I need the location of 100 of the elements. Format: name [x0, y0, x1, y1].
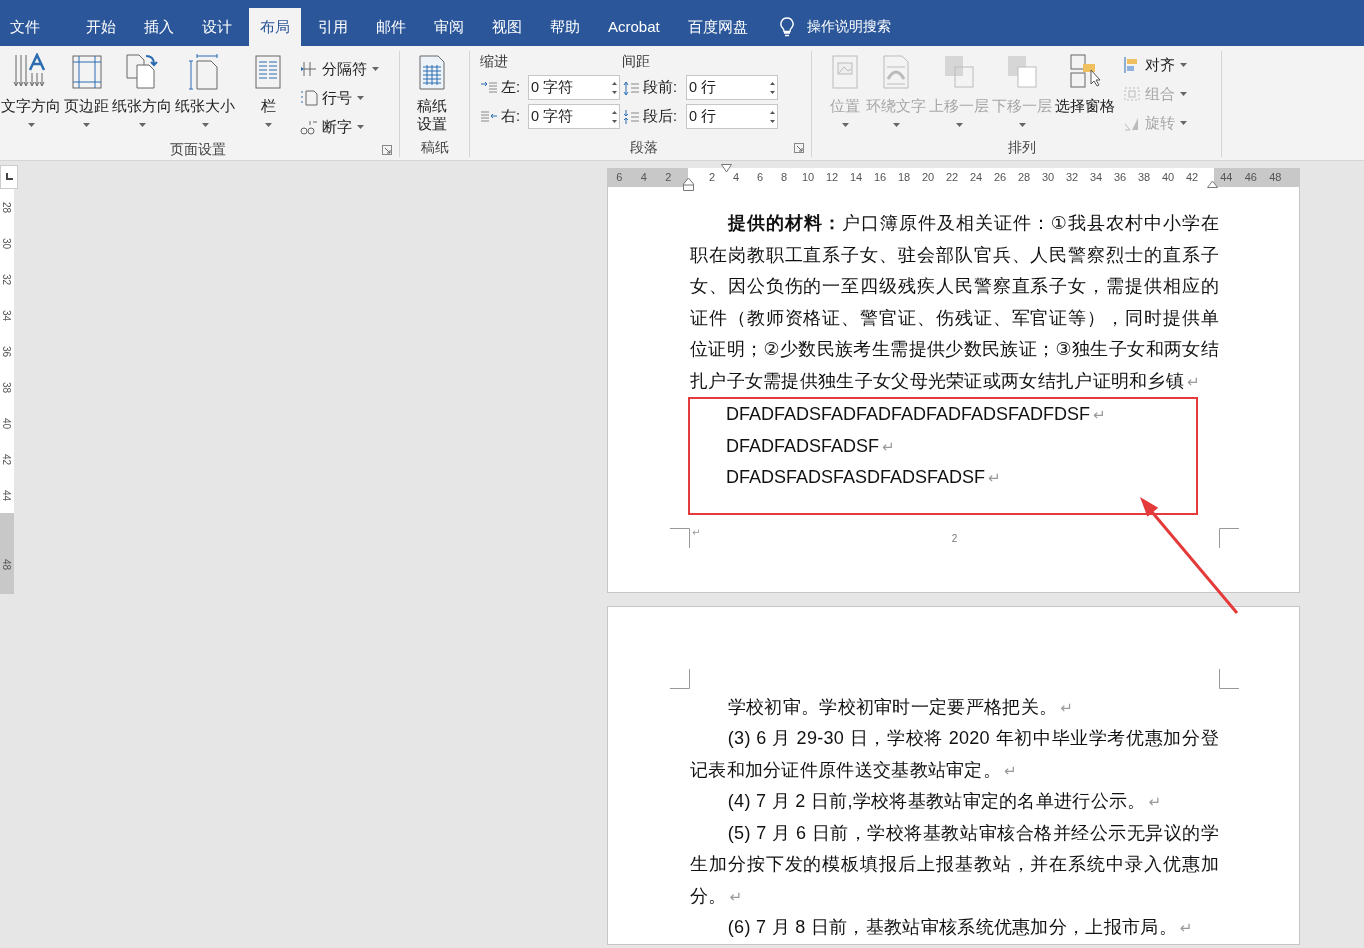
spinner-icon [611, 79, 618, 96]
ruler-number: 48 [1268, 170, 1283, 185]
ruler-number: 44 [1219, 170, 1234, 185]
ruler-number: 26 [992, 170, 1008, 185]
ruler-number: 16 [872, 170, 888, 185]
ribbon-tab[interactable]: Acrobat [597, 8, 671, 46]
ruler-number: 2 [707, 170, 717, 185]
pages-icon [124, 53, 160, 91]
section-label: 缩进 [480, 52, 509, 71]
indent-marker-icon[interactable] [721, 164, 732, 173]
ruler-number: 4 [639, 170, 648, 185]
indent-icon [480, 79, 498, 96]
ruler-number: 6 [615, 170, 624, 185]
spin-field[interactable]: 0 行 [686, 75, 778, 100]
ruler-number: 4 [731, 170, 741, 185]
spin-field[interactable]: 0 字符 [528, 104, 620, 129]
spinner-icon [769, 79, 776, 96]
group-icon [1123, 85, 1141, 103]
ribbon-button[interactable]: 纸张方向 [111, 51, 173, 127]
ribbon-tab[interactable]: 开始 [75, 8, 127, 46]
ruler-number: 42 [1, 453, 13, 465]
field-label: 右: [501, 107, 522, 126]
paragraph: 学校初审。学校初审时一定要严格把关。 ↵ [726, 695, 1074, 719]
ruler-number: 30 [1040, 170, 1056, 185]
ribbon-button[interactable]: 栏 [249, 51, 287, 127]
page-number: 2 [951, 532, 958, 544]
paragraph: 提供的材料：户口簿原件及相关证件：①我县农村中小学在职在岗教职工直系子女、驻会部队官兵、人民警察烈士的直系子女、因公负伤的一至四级残疾人民警察直系子女，需提供相应的证件（教师资格证、警官证、伤残证、军官证等），同时提供单位证明；②少数民族考生需提供少数民族证；③独生子女和两女结扎户子女需提供独生子女父母光荣证或两女结扎户证明和乡镇 ↵ [690, 212, 1219, 393]
field-label: 左: [501, 78, 522, 97]
ribbon-tab[interactable]: 插入 [133, 8, 185, 46]
paragraph: DFADSFADSFASDFADSFADSF ↵ [725, 466, 1002, 489]
tell-me-search[interactable]: 操作说明搜索 [778, 8, 891, 46]
ruler-number: 24 [968, 170, 984, 185]
ribbon-button[interactable]: 断字 [300, 115, 379, 139]
expand-icon[interactable] [382, 145, 392, 155]
field-label: 段前: [643, 78, 679, 97]
ribbon-button[interactable]: 行号 [300, 86, 379, 110]
ribbon-button[interactable]: 分隔符 [300, 57, 379, 81]
ruler-number: 28 [1016, 170, 1032, 185]
numbered-page-icon [300, 89, 318, 107]
ruler-number: 34 [1, 309, 13, 321]
spinner-icon [611, 108, 618, 125]
ruler-number: 40 [1, 417, 13, 429]
spin-field[interactable]: 0 字符 [528, 75, 620, 100]
indent-marker-icon[interactable] [683, 177, 694, 191]
paragraph: (5) 7 月 6 日前，学校将基教站审核合格并经公示无异议的学生加分按下发的模板填报后上报基教站，并在系统中录入优惠加分。 ↵ [690, 821, 1219, 908]
ruler-number: 22 [944, 170, 960, 185]
ribbon-button[interactable]: 稿纸设置 [413, 51, 451, 133]
ruler-number: 40 [1160, 170, 1176, 185]
spacing-icon [622, 79, 640, 96]
ruler-number: 14 [848, 170, 864, 185]
paragraph: DFADFADSFADFADFADFADFADSFADFDSF ↵ [725, 403, 1107, 426]
ribbon-tab[interactable]: 帮助 [539, 8, 591, 46]
ruler-number: 20 [920, 170, 936, 185]
tab-stop-icon [4, 172, 14, 182]
paragraph: (3) 6 月 29-30 日，学校将 2020 年初中毕业学考优惠加分登记表和加分证件原件送交基教站审定。 ↵ [690, 727, 1219, 782]
ruler-number: 38 [1, 381, 13, 393]
ribbon-button[interactable]: 对齐 [1123, 53, 1187, 77]
paragraph: (6) 7 月 8 日前，基教站审核系统优惠加分，上报市局。 ↵ [726, 916, 1194, 939]
group-label: 页面设置 [170, 140, 226, 159]
ruler-number: 8 [779, 170, 789, 185]
ruler-number: 32 [1, 273, 13, 285]
ruler-number: 2 [664, 170, 673, 185]
ribbon-tab[interactable]: 设计 [191, 8, 243, 46]
spacing-icon [622, 108, 640, 125]
ribbon-tab[interactable]: 邮件 [365, 8, 417, 46]
section-label: 间距 [622, 52, 651, 71]
group-label: 段落 [630, 138, 658, 157]
ribbon-tab[interactable]: 布局 [249, 8, 301, 46]
indent-icon [480, 108, 498, 125]
ribbon-button[interactable]: 页边距 [63, 51, 110, 127]
ruler-number: 46 [1243, 170, 1258, 185]
ribbon-tab[interactable]: 文件 [0, 8, 51, 46]
ruler-number: 12 [824, 170, 840, 185]
ruler-number: 36 [1112, 170, 1128, 185]
spin-field[interactable]: 0 行 [686, 104, 778, 129]
ribbon-tab[interactable]: 引用 [307, 8, 359, 46]
ribbon-button[interactable]: 文字方向 [0, 51, 62, 127]
group-label: 排列 [1008, 138, 1036, 157]
expand-icon[interactable] [794, 143, 804, 153]
ribbon-button[interactable]: 选择窗格 [1054, 51, 1116, 115]
ruler-number: 42 [1184, 170, 1200, 185]
paragraph: (4) 7 月 2 日前,学校将基教站审定的名单进行公示。 ↵ [726, 790, 1163, 813]
ruler-number: 18 [896, 170, 912, 185]
ruler-number: 38 [1136, 170, 1152, 185]
field-label: 段后: [643, 107, 679, 126]
ruler-number: 36 [1, 345, 13, 357]
lightbulb-icon [778, 17, 795, 37]
ruler-number: 48 [1, 558, 13, 570]
ruler-number: 10 [800, 170, 816, 185]
spinner-icon [769, 108, 776, 125]
ribbon-button[interactable]: 纸张大小 [174, 51, 236, 127]
paragraph-mark: ↵ [692, 527, 701, 538]
ruler-number: 6 [755, 170, 765, 185]
ribbon-tab[interactable]: 百度网盘 [676, 8, 759, 46]
ruler-number: 44 [1, 489, 13, 501]
ribbon-tab[interactable]: 审阅 [423, 8, 475, 46]
ruler-number: 28 [1, 201, 13, 213]
group-label: 稿纸 [420, 138, 449, 157]
ruler-number: 34 [1088, 170, 1104, 185]
ribbon-tab[interactable]: 视图 [481, 8, 533, 46]
